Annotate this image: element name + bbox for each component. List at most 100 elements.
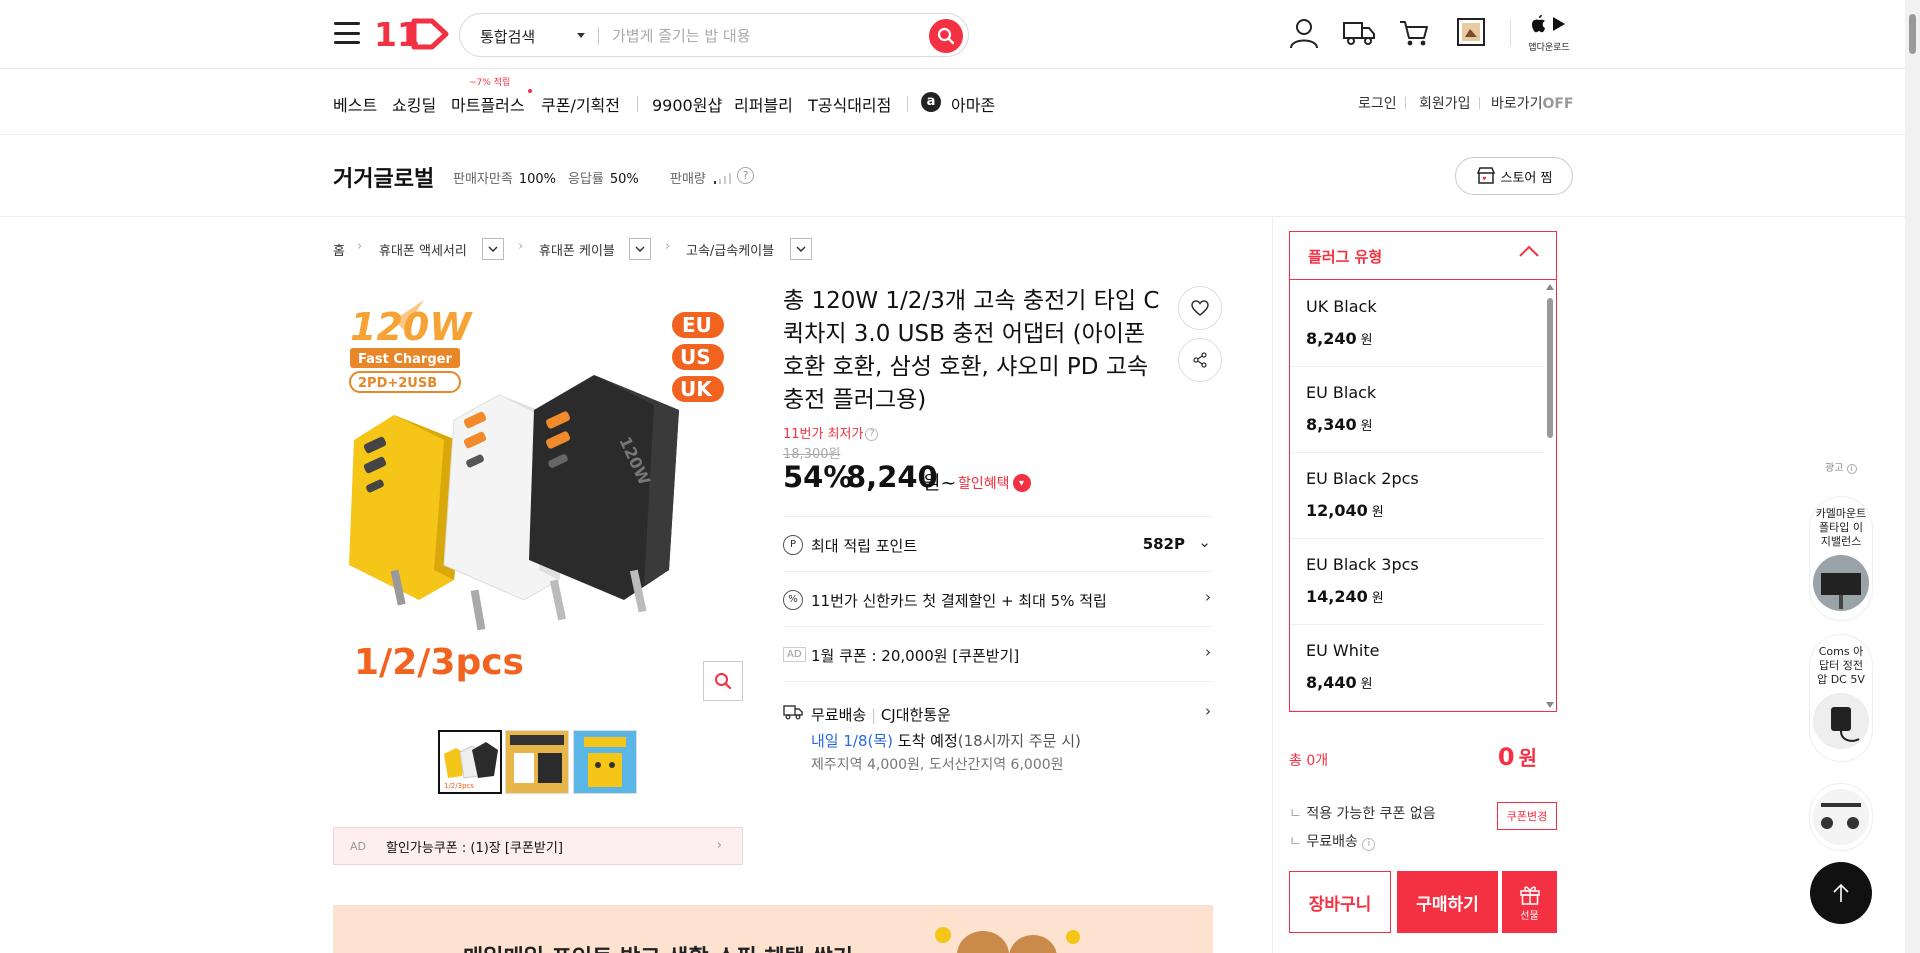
chevron-down-icon[interactable] <box>577 33 585 38</box>
option-item[interactable]: EU Black 2pcs 12,040 원 <box>1290 453 1544 539</box>
cart-icon[interactable] <box>1396 15 1432 51</box>
image-region-uk: UK <box>680 377 713 401</box>
option-scrollbar[interactable] <box>1546 284 1554 708</box>
option-item[interactable]: EU White 8,440 원 <box>1290 625 1544 711</box>
nav-amazon[interactable]: 아마존 <box>951 92 995 116</box>
chevron-down-icon[interactable] <box>629 238 651 260</box>
recent-view-icon[interactable] <box>1453 15 1489 51</box>
coupon-bar[interactable]: AD 할인가능쿠폰 : (1)장 [쿠폰받기] › <box>333 827 743 865</box>
scroll-top-button[interactable] <box>1810 862 1872 924</box>
discount-benefit-label: 할인혜택 <box>958 476 1010 492</box>
apple-play-icon <box>1532 15 1565 33</box>
lowest-price-label: 11번가 최저가? <box>783 423 879 442</box>
signup-link[interactable]: 회원가입 <box>1419 93 1471 113</box>
side-ad-2[interactable]: Coms 아답터 정전압 DC 5V <box>1809 634 1873 762</box>
chevron-down-icon: ▾ <box>1012 474 1031 492</box>
thumbnail-2[interactable] <box>505 730 569 794</box>
shortcut-link[interactable]: 바로가기OFF <box>1491 93 1574 113</box>
shipping-row[interactable]: 무료배송 | CJ대한통운 내일 1/8(목) 도착 예정(18시까지 주문 시… <box>783 681 1213 781</box>
search-input[interactable] <box>612 22 912 50</box>
share-button[interactable] <box>1178 338 1222 382</box>
percent-icon: % <box>783 590 803 610</box>
login-link[interactable]: 로그인 <box>1358 93 1397 113</box>
user-icon[interactable] <box>1286 15 1322 51</box>
side-ad-1[interactable]: 카멜마운트 폴타입 이지밸런스 <box>1809 496 1873 621</box>
breadcrumb-separator: › <box>357 239 363 254</box>
info-icon: i <box>1846 464 1857 474</box>
arrival-line: 내일 1/8(목) 도착 예정(18시까지 주문 시) <box>811 732 1081 750</box>
breadcrumb-home[interactable]: 홈 <box>333 240 345 259</box>
side-ad-image <box>1813 693 1869 749</box>
option-item[interactable]: EU Black 3pcs 14,240 원 <box>1290 539 1544 625</box>
gift-label: 선물 <box>1520 910 1539 922</box>
nav-coupon[interactable]: 쿠폰/기획전 <box>541 92 620 116</box>
nav-best[interactable]: 베스트 <box>333 92 377 116</box>
main-nav: 베스트 쇼킹딜 ~7% 적립 마트플러스 쿠폰/기획전 9900원샵 리퍼블리 … <box>0 69 1905 135</box>
nav-t-official[interactable]: T공식대리점 <box>808 92 891 116</box>
search-bar: 통합검색 <box>459 13 969 57</box>
image-watt-text: 120W <box>350 305 473 349</box>
points-row[interactable]: P 최대 적립 포인트 582P ⌄ <box>783 516 1213 571</box>
seller-satisfaction: 판매자만족 100% <box>453 172 556 187</box>
option-list: UK Black 8,240 원 EU Black 8,340 원 EU Black 2… <box>1290 281 1544 711</box>
chevron-down-icon[interactable] <box>790 238 812 260</box>
store-favorite-label: 스토어 찜 <box>1500 170 1553 186</box>
extra-fee-line: 제주지역 4,000원, 도서산간지역 6,000원 <box>811 757 1064 773</box>
coupon-ad-row[interactable]: AD 1월 쿠폰 : 20,000원 [쿠폰받기] › <box>783 626 1213 681</box>
search-button[interactable] <box>929 19 963 53</box>
gift-button[interactable]: 선물 <box>1502 871 1557 933</box>
thumbnail-1[interactable]: 1/2/3pcs <box>438 730 502 794</box>
option-item[interactable]: EU Black 8,340 원 <box>1290 367 1544 453</box>
chevron-down-icon[interactable] <box>482 238 504 260</box>
coupon-change-button[interactable]: 쿠폰변경 <box>1497 802 1557 830</box>
promo-banner-text: 매일매일 포인트 받고 생활 소핑 혜택 쌓기 <box>463 940 853 953</box>
ad-tag: AD <box>350 839 366 853</box>
delivery-icon[interactable] <box>1341 15 1377 51</box>
order-total: 총 0개 0원 <box>1289 740 1557 780</box>
breadcrumb-cable[interactable]: 휴대폰 케이블 <box>539 240 615 259</box>
breadcrumb-accessories[interactable]: 휴대폰 액세서리 <box>379 240 467 259</box>
seller-response: 응답률 50% <box>568 172 639 187</box>
promo-banner[interactable]: 매일매일 포인트 받고 생활 소핑 혜택 쌓기 <box>333 905 1213 953</box>
help-icon[interactable]: ? <box>737 167 754 184</box>
menu-icon[interactable] <box>334 22 360 44</box>
free-shipping-info: ㄴ 무료배송 i <box>1289 831 1376 851</box>
buy-now-button[interactable]: 구매하기 <box>1397 871 1498 933</box>
option-item[interactable]: UK Black 8,240 원 <box>1290 281 1544 367</box>
store-favorite-button[interactable]: 스토어 찜 <box>1455 157 1573 195</box>
page-scrollbar[interactable] <box>1905 0 1920 953</box>
product-main-image[interactable]: 120W Fast Charger 2PD+2USB EU US UK 120W… <box>334 290 742 698</box>
nav-mart-plus[interactable]: 마트플러스 <box>451 92 525 116</box>
points-label: 최대 적립 포인트 <box>811 537 918 555</box>
total-price: 0원 <box>1497 743 1537 771</box>
card-benefit-row[interactable]: % 11번가 신한카드 첫 결제할인 + 최대 5% 적립 › <box>783 571 1213 626</box>
site-logo[interactable]: 11 <box>374 15 449 54</box>
zoom-button[interactable] <box>703 661 743 701</box>
breadcrumb-fast-cable[interactable]: 고속/급속케이블 <box>686 240 774 259</box>
app-download[interactable]: 앱다운로드 <box>1524 14 1574 53</box>
wishlist-button[interactable] <box>1178 286 1222 330</box>
nav-9900-shop[interactable]: 9900원샵 <box>652 92 722 116</box>
divider <box>1272 217 1273 953</box>
thumbnail-3[interactable] <box>573 730 637 794</box>
discount-benefit-button[interactable]: 할인혜택 ▾ <box>958 473 1031 493</box>
product-title: 총 120W 1/2/3개 고속 충전기 타입 C 퀵차지 3.0 USB 충전… <box>783 288 1160 413</box>
ad-tag: AD <box>783 647 806 662</box>
share-icon <box>1193 352 1207 368</box>
nav-refurbly[interactable]: 리퍼블리 <box>734 92 793 116</box>
seller-name[interactable]: 거거글로벌 <box>333 161 434 193</box>
nav-shocking-deal[interactable]: 쇼킹딜 <box>392 92 436 116</box>
side-ad-3[interactable] <box>1809 783 1873 851</box>
ad-label: 광고 i <box>1825 459 1857 474</box>
amazon-icon: a <box>921 92 941 112</box>
coupon-bar-text: 할인가능쿠폰 : (1)장 [쿠폰받기] <box>386 840 563 856</box>
add-to-cart-button[interactable]: 장바구니 <box>1289 871 1391 933</box>
help-icon[interactable]: ? <box>865 428 879 441</box>
top-header: 11 통합검색 앱다운로드 <box>0 0 1905 69</box>
search-category-select[interactable]: 통합검색 <box>480 26 580 47</box>
option-header[interactable]: 플러그 유형 <box>1290 232 1556 280</box>
app-download-label: 앱다운로드 <box>1528 43 1570 53</box>
price-unit: 원~ <box>923 472 957 494</box>
chevron-right-icon: › <box>1205 702 1211 720</box>
side-ad-title: 카멜마운트 폴타입 이지밸런스 <box>1815 507 1867 548</box>
